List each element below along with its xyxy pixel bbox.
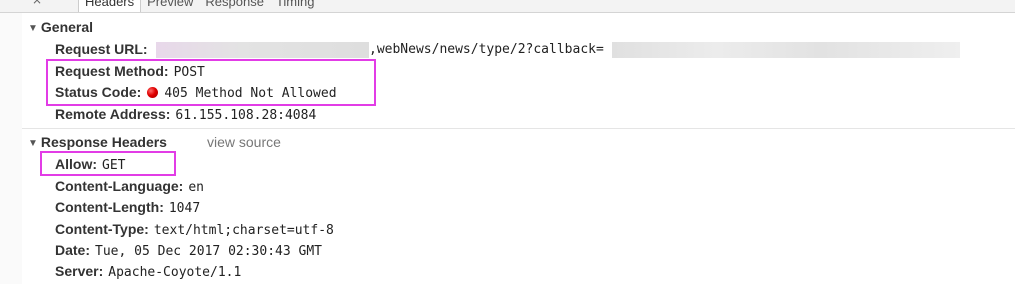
request-url-row: Request URL: [55, 39, 148, 59]
tab-bar: × Headers Preview Response Timing [0, 0, 1015, 13]
tab-timing[interactable]: Timing [270, 0, 321, 12]
header-row-allow: Allow: GET [55, 154, 125, 174]
section-divider [22, 128, 1015, 129]
header-value: Apache-Coyote/1.1 [108, 265, 242, 280]
left-gutter [0, 0, 22, 284]
header-row-date: Date: Tue, 05 Dec 2017 02:30:43 GMT [55, 240, 322, 260]
general-title: General [40, 19, 94, 35]
header-row-server: Server: Apache-Coyote/1.1 [55, 261, 241, 281]
request-method-row: Request Method: POST [55, 61, 205, 81]
header-row-content-language: Content-Language: en [55, 176, 204, 196]
header-name: Content-Language: [55, 178, 184, 194]
tabs: Headers Preview Response Timing [78, 0, 320, 12]
header-name: Content-Type: [55, 221, 149, 237]
header-value: en [188, 180, 204, 195]
request-url-label: Request URL: [55, 41, 148, 57]
redacted-url-part [156, 42, 369, 58]
tab-headers[interactable]: Headers [78, 0, 142, 12]
request-url-value: ,webNews/news/type/2?callback= [369, 42, 604, 57]
header-name: Allow: [55, 156, 97, 172]
header-value: text/html;charset=utf-8 [153, 223, 334, 238]
remote-address-value: 61.155.108.28:4084 [175, 108, 317, 123]
header-name: Server: [55, 263, 104, 279]
request-method-label: Request Method: [55, 63, 169, 79]
close-icon[interactable]: × [32, 0, 42, 7]
tab-response[interactable]: Response [199, 0, 270, 12]
status-code-value: 405 Method Not Allowed [164, 86, 337, 101]
remote-address-label: Remote Address: [55, 106, 171, 122]
remote-address-row: Remote Address: 61.155.108.28:4084 [55, 104, 316, 124]
general-section-header[interactable]: ▼ General [28, 18, 93, 36]
header-name: Content-Length: [55, 199, 164, 215]
triangle-down-icon[interactable]: ▼ [28, 135, 38, 153]
response-headers-title: Response Headers [40, 134, 167, 150]
header-row-content-length: Content-Length: 1047 [55, 197, 200, 217]
header-value: 1047 [168, 201, 201, 216]
header-value: Tue, 05 Dec 2017 02:30:43 GMT [95, 244, 322, 259]
tab-preview[interactable]: Preview [141, 0, 199, 12]
header-row-content-type: Content-Type: text/html;charset=utf-8 [55, 219, 334, 239]
view-source-link[interactable]: view source [207, 133, 281, 151]
header-value: GET [102, 158, 126, 173]
triangle-down-icon[interactable]: ▼ [28, 20, 38, 38]
status-code-label: Status Code: [55, 84, 142, 100]
status-code-row: Status Code: 405 Method Not Allowed [55, 82, 337, 102]
status-error-icon [147, 87, 159, 98]
redacted-url-part [612, 42, 960, 58]
header-name: Date: [55, 242, 91, 258]
response-headers-section-header[interactable]: ▼ Response Headers [28, 133, 167, 151]
request-method-value: POST [173, 65, 205, 80]
